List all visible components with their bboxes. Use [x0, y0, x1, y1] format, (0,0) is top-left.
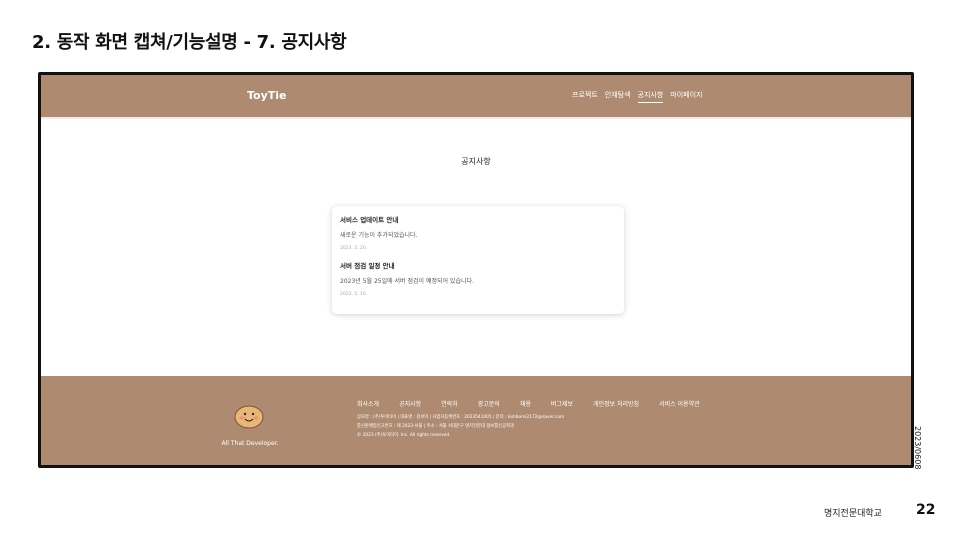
- notice-date: 2023. 5. 20.: [340, 246, 368, 251]
- page-number: 22: [916, 502, 936, 518]
- notice-item[interactable]: 서버 점검 일정 안내 2023년 5월 25일에 서버 점검이 예정되어 있습…: [340, 260, 474, 297]
- side-date: 2023/0608: [913, 426, 922, 470]
- footer-link-privacy[interactable]: 개인정보 처리방침: [593, 399, 639, 408]
- notice-title: 서비스 업데이트 안내: [340, 216, 399, 224]
- nav-item-notices[interactable]: 공지사항: [637, 90, 664, 103]
- notice-body: 2023년 5월 25일에 서버 점검이 예정되어 있습니다.: [340, 278, 474, 285]
- footer-info-line: 통신판매업신고번호 : 제 2023-서울 | 주소 : 서울 서대문구 명지전…: [357, 424, 514, 429]
- school-name: 명지전문대학교: [824, 509, 882, 519]
- footer-link-about[interactable]: 회사소개: [357, 399, 379, 408]
- footer-company-info: 상호명 : (주)투이타이 | 대표명 : 김보미 | 사업자등록번호 : 20…: [357, 413, 564, 440]
- footer-copyright: © 2023 (주)토이타이. Inc. All rights reserved…: [357, 433, 451, 438]
- main-nav: 프로젝트 인재탐색 공지사항 마이페이지: [572, 90, 703, 103]
- footer-link-careers[interactable]: 채용: [520, 399, 531, 408]
- footer-link-terms[interactable]: 서비스 이용약관: [659, 399, 700, 408]
- screenshot-frame: ToyTie 프로젝트 인재탐색 공지사항 마이페이지 공지사항 서비스 업데이…: [38, 72, 914, 468]
- footer-info-line: 상호명 : (주)투이타이 | 대표명 : 김보미 | 사업자등록번호 : 20…: [357, 415, 565, 420]
- footer-links: 회사소개 공지사항 연락처 광고문의 채용 버그제보 개인정보 처리방침 서비스…: [357, 399, 700, 408]
- footer-tagline: All That Developer.: [221, 440, 279, 447]
- notice-body: 새로운 기능이 추가되었습니다.: [340, 232, 418, 239]
- notice-title: 서버 점검 일정 안내: [340, 262, 395, 270]
- site-footer: All That Developer. 회사소개 공지사항 연락처 광고문의 채…: [41, 376, 911, 465]
- nav-item-talent-search[interactable]: 인재탐색: [605, 90, 631, 103]
- footer-link-bug-report[interactable]: 버그제보: [551, 399, 573, 408]
- mascot-icon: [234, 405, 264, 429]
- footer-link-contact[interactable]: 연락처: [441, 399, 458, 408]
- slide-title: 2. 동작 화면 캡쳐/기능설명 - 7. 공지사항: [32, 32, 347, 53]
- site-logo[interactable]: ToyTie: [247, 89, 287, 102]
- footer-link-notices[interactable]: 공지사항: [399, 399, 421, 408]
- footer-link-ads[interactable]: 광고문의: [478, 399, 500, 408]
- notice-date: 2023. 5. 16.: [340, 292, 368, 297]
- site-header: ToyTie 프로젝트 인재탐색 공지사항 마이페이지: [41, 75, 911, 119]
- notice-item[interactable]: 서비스 업데이트 안내 새로운 기능이 추가되었습니다. 2023. 5. 20…: [340, 214, 417, 251]
- nav-item-projects[interactable]: 프로젝트: [572, 90, 598, 103]
- page-heading: 공지사항: [461, 157, 491, 166]
- nav-item-mypage[interactable]: 마이페이지: [670, 90, 702, 103]
- notice-list-card: 서비스 업데이트 안내 새로운 기능이 추가되었습니다. 2023. 5. 20…: [332, 206, 624, 314]
